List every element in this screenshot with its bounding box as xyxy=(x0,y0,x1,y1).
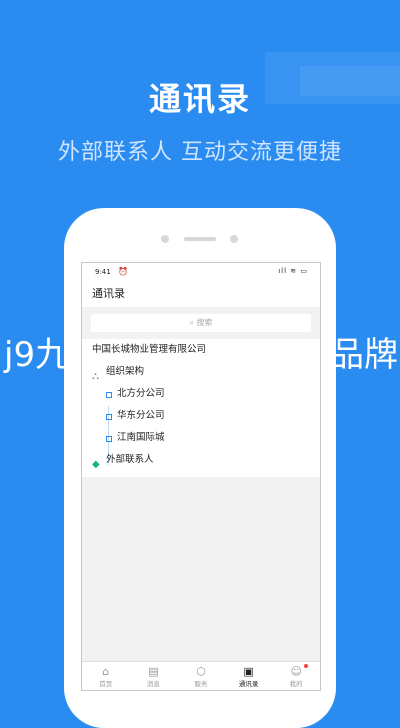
search-icon: ⌕ xyxy=(189,318,194,327)
tab-label: 服务 xyxy=(194,680,208,688)
tab-services[interactable]: ⬡ 服务 xyxy=(177,662,225,690)
tab-bar: ⌂ 首页 ▤ 消息 ⬡ 服务 ▣ 通讯录 ☺ 我的 xyxy=(82,661,320,690)
node-square-icon xyxy=(106,436,112,442)
tab-profile[interactable]: ☺ 我的 xyxy=(272,662,320,690)
phone-mockup: 9:41 ⏰ ıll ≋ ▭ 通讯录 ⌕ 搜索 中国长城物业管理有限公司 ⛬ 组… xyxy=(64,208,336,728)
hero-subtitle: 外部联系人 互动交流更便捷 xyxy=(58,140,342,165)
contacts-book-icon: ▣ xyxy=(243,665,254,678)
org-structure-item[interactable]: ⛬ 组织架构 xyxy=(82,361,320,383)
alarm-icon: ⏰ xyxy=(118,267,128,276)
tab-contacts[interactable]: ▣ 通讯录 xyxy=(225,662,273,690)
tab-label: 消息 xyxy=(146,680,160,688)
search-area: ⌕ 搜索 xyxy=(82,307,320,339)
box-icon: ⬡ xyxy=(196,665,206,678)
company-name[interactable]: 中国长城物业管理有限公司 xyxy=(82,339,320,361)
hero-title: 通讯录 xyxy=(148,80,251,118)
smile-icon: ☺ xyxy=(290,665,302,678)
contact-tree: 中国长城物业管理有限公司 ⛬ 组织架构 北方分公司 华东分公司 江南国际城 ◆ … xyxy=(82,339,320,477)
external-contacts-item[interactable]: ◆ 外部联系人 xyxy=(82,449,320,471)
node-square-icon xyxy=(106,414,112,420)
branch-item[interactable]: 北方分公司 xyxy=(82,383,320,405)
overlay-text-left: j9九 xyxy=(4,335,70,375)
branch-label: 华东分公司 xyxy=(117,410,165,421)
tab-home[interactable]: ⌂ 首页 xyxy=(82,662,130,690)
branch-label: 北方分公司 xyxy=(117,388,165,399)
sensor-icon xyxy=(230,235,238,243)
search-input[interactable]: ⌕ 搜索 xyxy=(91,314,311,332)
contacts-icon: ◆ xyxy=(92,459,100,470)
search-placeholder: 搜索 xyxy=(196,318,213,327)
org-structure-label: 组织架构 xyxy=(106,366,145,377)
tab-label: 通讯录 xyxy=(238,680,259,688)
tab-label: 首页 xyxy=(99,680,113,688)
phone-screen: 9:41 ⏰ ıll ≋ ▭ 通讯录 ⌕ 搜索 中国长城物业管理有限公司 ⛬ 组… xyxy=(81,262,321,691)
status-time: 9:41 xyxy=(95,268,111,276)
tab-messages[interactable]: ▤ 消息 xyxy=(130,662,178,690)
camera-icon xyxy=(161,235,169,243)
message-icon: ▤ xyxy=(148,665,159,678)
external-contacts-label: 外部联系人 xyxy=(106,454,154,465)
overlay-text-right: 品牌 xyxy=(330,335,398,375)
tab-label: 我的 xyxy=(289,680,303,688)
home-icon: ⌂ xyxy=(102,665,110,678)
status-indicators: ıll ≋ ▭ xyxy=(278,267,308,275)
speaker-grille xyxy=(184,237,216,241)
page-title: 通讯录 xyxy=(82,281,320,307)
branch-item[interactable]: 江南国际城 xyxy=(82,427,320,449)
branch-item[interactable]: 华东分公司 xyxy=(82,405,320,427)
node-square-icon xyxy=(106,392,112,398)
notification-badge xyxy=(303,664,308,668)
status-bar: 9:41 ⏰ ıll ≋ ▭ xyxy=(82,263,320,281)
branch-label: 江南国际城 xyxy=(117,432,165,443)
